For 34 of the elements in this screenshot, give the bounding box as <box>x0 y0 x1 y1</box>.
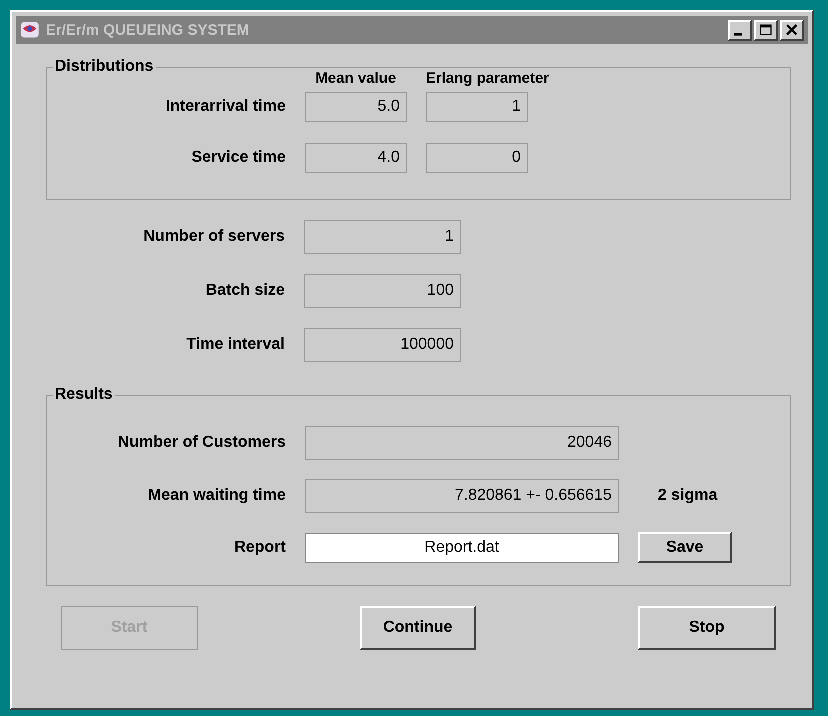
erlang-field[interactable]: 0 <box>426 143 528 173</box>
field-label: Number of servers <box>142 228 285 246</box>
input-field[interactable]: 1 <box>304 220 461 254</box>
input-field[interactable]: Report.dat <box>305 532 619 562</box>
close-button[interactable] <box>780 20 804 40</box>
field-label: Number of Customers <box>118 434 286 452</box>
field-label: Batch size <box>204 282 285 300</box>
window-title: Er/Er/m QUEUEING SYSTEM <box>46 22 250 38</box>
group-title: Results <box>54 386 114 404</box>
output-field: 20046 <box>305 426 619 460</box>
save-button[interactable]: Save <box>638 532 732 563</box>
field-label: Mean waiting time <box>148 487 286 505</box>
input-field[interactable]: 100000 <box>304 328 461 362</box>
field-label: Time interval <box>186 336 285 354</box>
action-button[interactable]: Continue <box>360 606 476 650</box>
field-label: Report <box>234 538 286 556</box>
app-icon <box>20 20 40 40</box>
mean-field[interactable]: 4.0 <box>305 143 407 173</box>
column-header: Mean value <box>316 70 396 87</box>
maximize-button[interactable] <box>754 20 778 40</box>
field-label: Interarrival time <box>164 98 286 116</box>
minimize-button[interactable] <box>728 20 752 40</box>
action-button[interactable]: Stop <box>638 606 776 650</box>
field-note: 2 sigma <box>658 487 718 505</box>
input-field[interactable]: 100 <box>304 274 461 308</box>
maximize-icon <box>759 24 773 36</box>
field-label: Service time <box>190 149 286 167</box>
group-title: Distributions <box>54 58 155 76</box>
column-header: Erlang parameter <box>426 70 550 87</box>
erlang-field[interactable]: 1 <box>426 92 528 122</box>
mean-field[interactable]: 5.0 <box>305 92 407 122</box>
close-icon <box>785 24 799 36</box>
minimize-icon <box>734 32 742 36</box>
output-field: 7.820861 +- 0.656615 <box>305 479 619 513</box>
